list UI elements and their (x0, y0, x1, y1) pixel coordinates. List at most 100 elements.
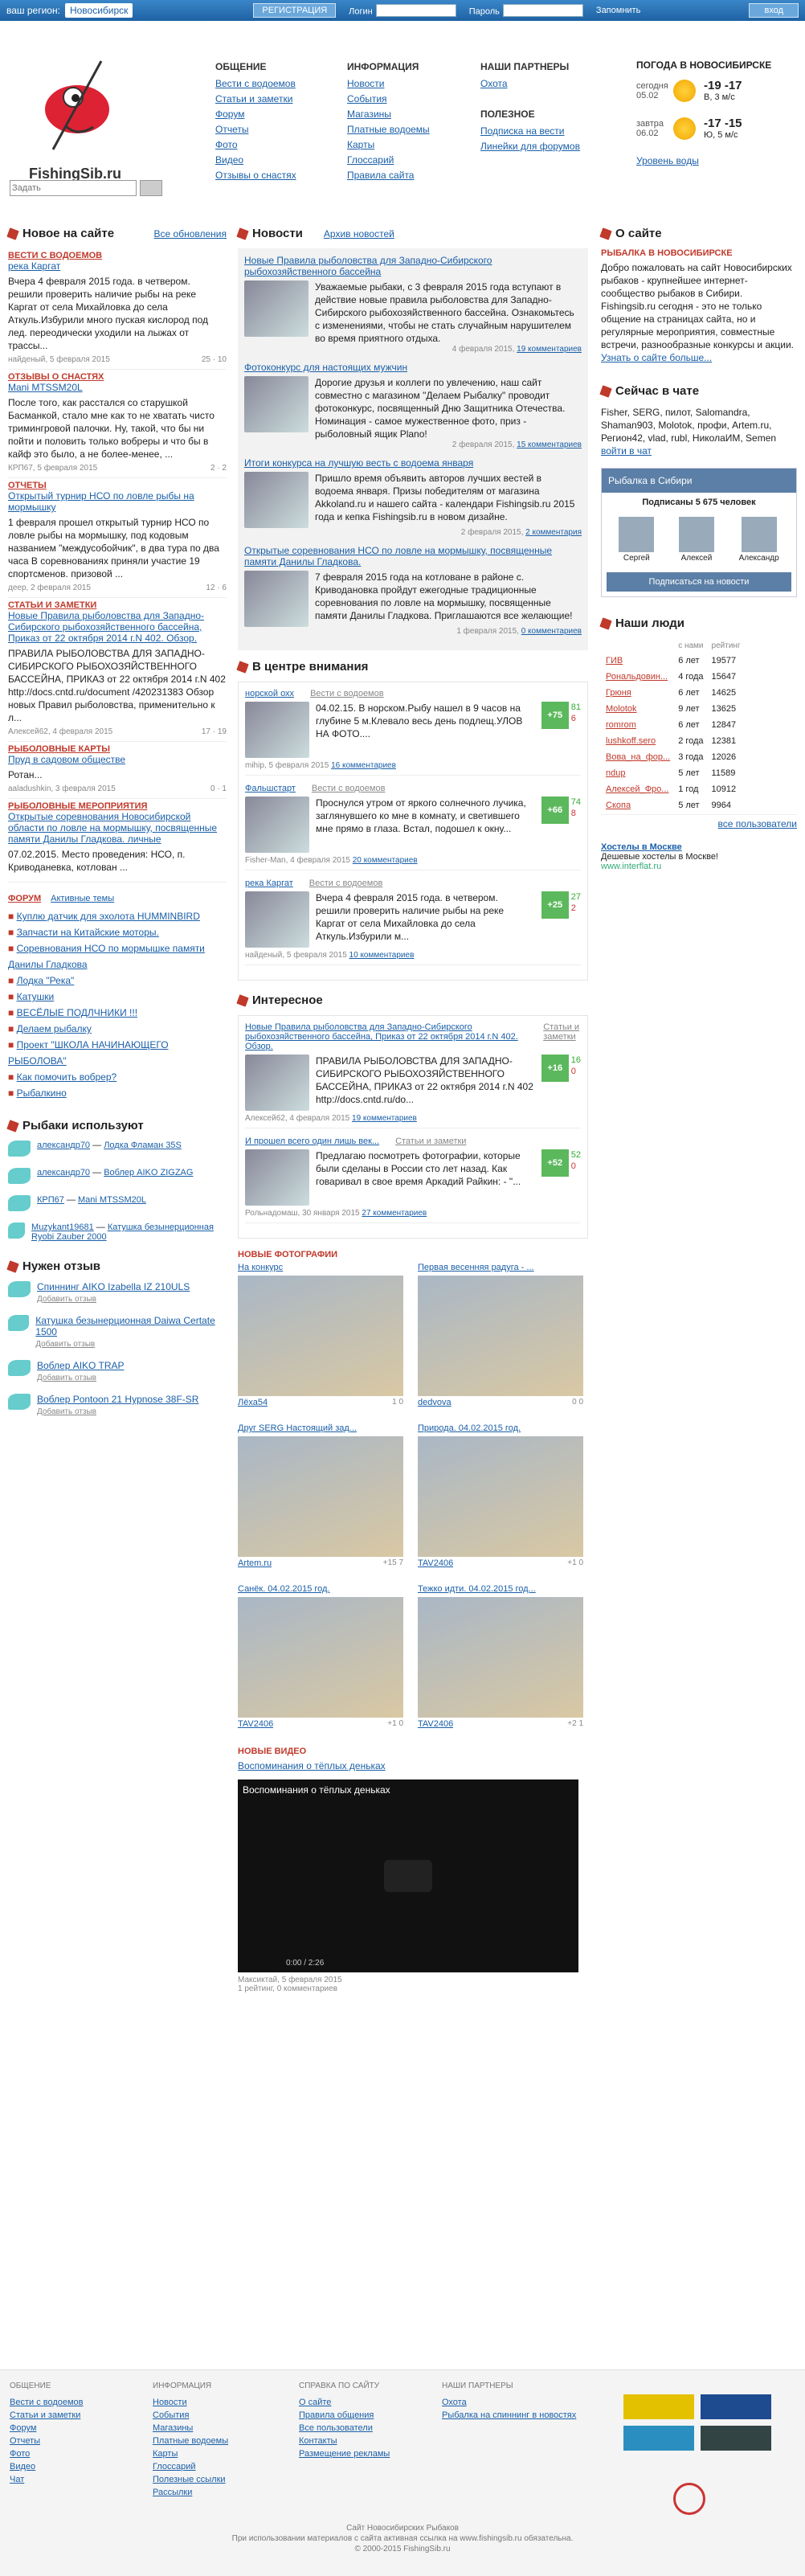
login-input[interactable] (375, 4, 456, 17)
add-review-link[interactable]: Добавить отзыв (37, 1407, 96, 1416)
article-title-link[interactable]: норской охх (245, 689, 294, 698)
forum-topic-link[interactable]: Проект "ШКОЛА НАЧИНАЮЩЕГО РЫБОЛОВА" (8, 1039, 169, 1067)
vote-widget[interactable]: +75 81 6 (541, 702, 581, 758)
footer-link[interactable]: Вести с водоемов (10, 2398, 84, 2407)
footer-link[interactable]: События (153, 2410, 189, 2420)
user-link[interactable]: александр70 (37, 1168, 90, 1177)
forum-topic-link[interactable]: Куплю датчик для эхолота HUMMINBIRD (17, 911, 200, 922)
add-review-link[interactable]: Добавить отзыв (37, 1374, 96, 1382)
feed-title-link[interactable]: Открытый турнир НСО по ловле рыбы на мор… (8, 490, 227, 513)
menu-link[interactable]: Глоссарий (347, 154, 394, 166)
tackle-link[interactable]: Спиннинг AIKO Izabella IZ 210ULS (37, 1281, 190, 1292)
author-link[interactable]: Лёха54 (238, 1398, 268, 1407)
menu-link[interactable]: Видео (215, 154, 243, 166)
chat-link[interactable]: войти в чат (601, 445, 652, 457)
water-level-link[interactable]: Уровень воды (636, 155, 699, 166)
photo-image[interactable] (418, 1597, 583, 1718)
photo-title-link[interactable]: Тежко идти. 04.02.2015 год... (418, 1584, 583, 1594)
feed-section-link[interactable]: СТАТЬИ И ЗАМЕТКИ (8, 600, 96, 610)
search-button[interactable] (140, 180, 162, 196)
video-title-link[interactable]: Воспоминания о тёплых деньках (238, 1760, 386, 1771)
forum-topic-link[interactable]: Соревнования НСО по мормышке памяти Дани… (8, 943, 205, 970)
footer-link[interactable]: Рыбалка на спиннинг в новостях (442, 2410, 576, 2420)
add-review-link[interactable]: Добавить отзыв (37, 1295, 96, 1304)
forum-topic-link[interactable]: Как помочить вобрер? (17, 1071, 117, 1083)
vk-member[interactable]: Александр (739, 517, 779, 563)
article-image[interactable] (245, 702, 309, 758)
author-link[interactable]: dedvova (418, 1398, 452, 1407)
article-image[interactable] (245, 1055, 309, 1111)
tackle-link[interactable]: Воблер AIKO TRAP (37, 1360, 125, 1371)
article-image[interactable] (245, 891, 309, 948)
footer-link[interactable]: Отчеты (10, 2436, 40, 2446)
photo-image[interactable] (238, 1276, 403, 1396)
user-link[interactable]: александр70 (37, 1141, 90, 1150)
user-link[interactable]: Алексей_Фро... (606, 784, 668, 794)
register-button[interactable]: РЕГИСТРАЦИЯ (253, 3, 337, 18)
footer-link[interactable]: Контакты (299, 2436, 337, 2446)
footer-link[interactable]: Охота (442, 2398, 467, 2407)
user-link[interactable]: Рональдовин... (606, 672, 668, 682)
region-value[interactable]: Новосибирск (64, 3, 133, 18)
photo-title-link[interactable]: Первая весенняя радуга - ... (418, 1263, 583, 1272)
article-title-link[interactable]: река Каргат (245, 878, 293, 888)
search-input[interactable] (10, 180, 137, 196)
photo-image[interactable] (418, 1276, 583, 1396)
article-category-link[interactable]: Статьи и заметки (395, 1136, 466, 1146)
menu-link[interactable]: Отзывы о снастях (215, 170, 296, 181)
menu-link[interactable]: Платные водоемы (347, 124, 430, 135)
vk-member[interactable]: Сергей (619, 517, 655, 563)
vk-subscribe-button[interactable]: Подписаться на новости (607, 572, 791, 592)
menu-link[interactable]: Подписка на вести (480, 125, 565, 137)
comments-link[interactable]: 20 комментариев (353, 856, 418, 865)
footer-link[interactable]: Полезные ссылки (153, 2475, 226, 2484)
news-image[interactable] (244, 376, 309, 432)
menu-link[interactable]: События (347, 93, 387, 104)
comments-link[interactable]: 19 комментариев (352, 1114, 417, 1123)
forum-topic-link[interactable]: Катушки (17, 991, 55, 1002)
article-title-link[interactable]: Новые Правила рыболовства для Западно-Си… (245, 1022, 527, 1051)
article-title-link[interactable]: И прошел всего один лишь век... (245, 1136, 379, 1146)
user-link[interactable]: КРП67 (37, 1195, 64, 1205)
article-category-link[interactable]: Вести с водоемов (312, 784, 386, 793)
feed-title-link[interactable]: Новые Правила рыболовства для Западно-Си… (8, 610, 227, 644)
menu-link[interactable]: Статьи и заметки (215, 93, 292, 104)
photo-title-link[interactable]: Друг SERG Настоящий зад... (238, 1423, 403, 1433)
menu-link[interactable]: Фото (215, 139, 238, 150)
vote-up[interactable]: 81 (571, 702, 581, 713)
all-users-link[interactable]: все пользователи (718, 818, 797, 829)
user-link[interactable]: ndup (606, 768, 625, 778)
forum-topic-link[interactable]: Запчасти на Китайские моторы. (17, 927, 159, 938)
news-title-link[interactable]: Итоги конкурса на лучшую весть с водоема… (244, 457, 582, 469)
menu-link[interactable]: Отчеты (215, 124, 248, 135)
news-comments-link[interactable]: 2 комментария (525, 528, 582, 537)
menu-link[interactable]: Линейки для форумов (480, 141, 580, 152)
vote-down[interactable]: 0 (571, 1066, 581, 1077)
feed-title-link[interactable]: Пруд в садовом обществе (8, 754, 227, 765)
photo-image[interactable] (238, 1436, 403, 1557)
feed-title-link[interactable]: Mani MTSSM20L (8, 382, 227, 393)
feed-title-link[interactable]: Открытые соревнования Новосибирской обла… (8, 811, 227, 845)
vote-up[interactable]: 16 (571, 1055, 581, 1066)
photo-image[interactable] (418, 1436, 583, 1557)
region-selector[interactable]: ваш регион: Новосибирск (6, 3, 133, 18)
article-category-link[interactable]: Вести с водоемов (310, 689, 384, 698)
article-category-link[interactable]: Статьи и заметки (543, 1022, 581, 1051)
news-comments-link[interactable]: 0 комментариев (521, 627, 582, 636)
user-link[interactable]: lushkoff.sero (606, 736, 656, 746)
feed-section-link[interactable]: ОТЧЕТЫ (8, 481, 47, 490)
user-link[interactable]: Muzykant19681 (31, 1222, 94, 1232)
tackle-link[interactable]: Воблер Pontoon 21 Hypnose 38F-SR (37, 1394, 198, 1405)
footer-link[interactable]: Платные водоемы (153, 2436, 228, 2446)
footer-link[interactable]: Все пользователи (299, 2423, 373, 2433)
tackle-link[interactable]: Mani MTSSM20L (78, 1195, 146, 1205)
footer-link[interactable]: Карты (153, 2449, 178, 2459)
author-link[interactable]: TAV2406 (418, 1719, 453, 1729)
article-title-link[interactable]: Фальшстарт (245, 784, 296, 793)
feed-title-link[interactable]: река Каргат (8, 260, 227, 272)
menu-link[interactable]: Охота (480, 78, 508, 89)
photo-title-link[interactable]: Санёк. 04.02.2015 год. (238, 1584, 403, 1594)
feed-section-link[interactable]: ОТЗЫВЫ О СНАСТЯХ (8, 372, 104, 382)
user-link[interactable]: romrom (606, 720, 636, 730)
all-updates-link[interactable]: Все обновления (154, 228, 227, 240)
